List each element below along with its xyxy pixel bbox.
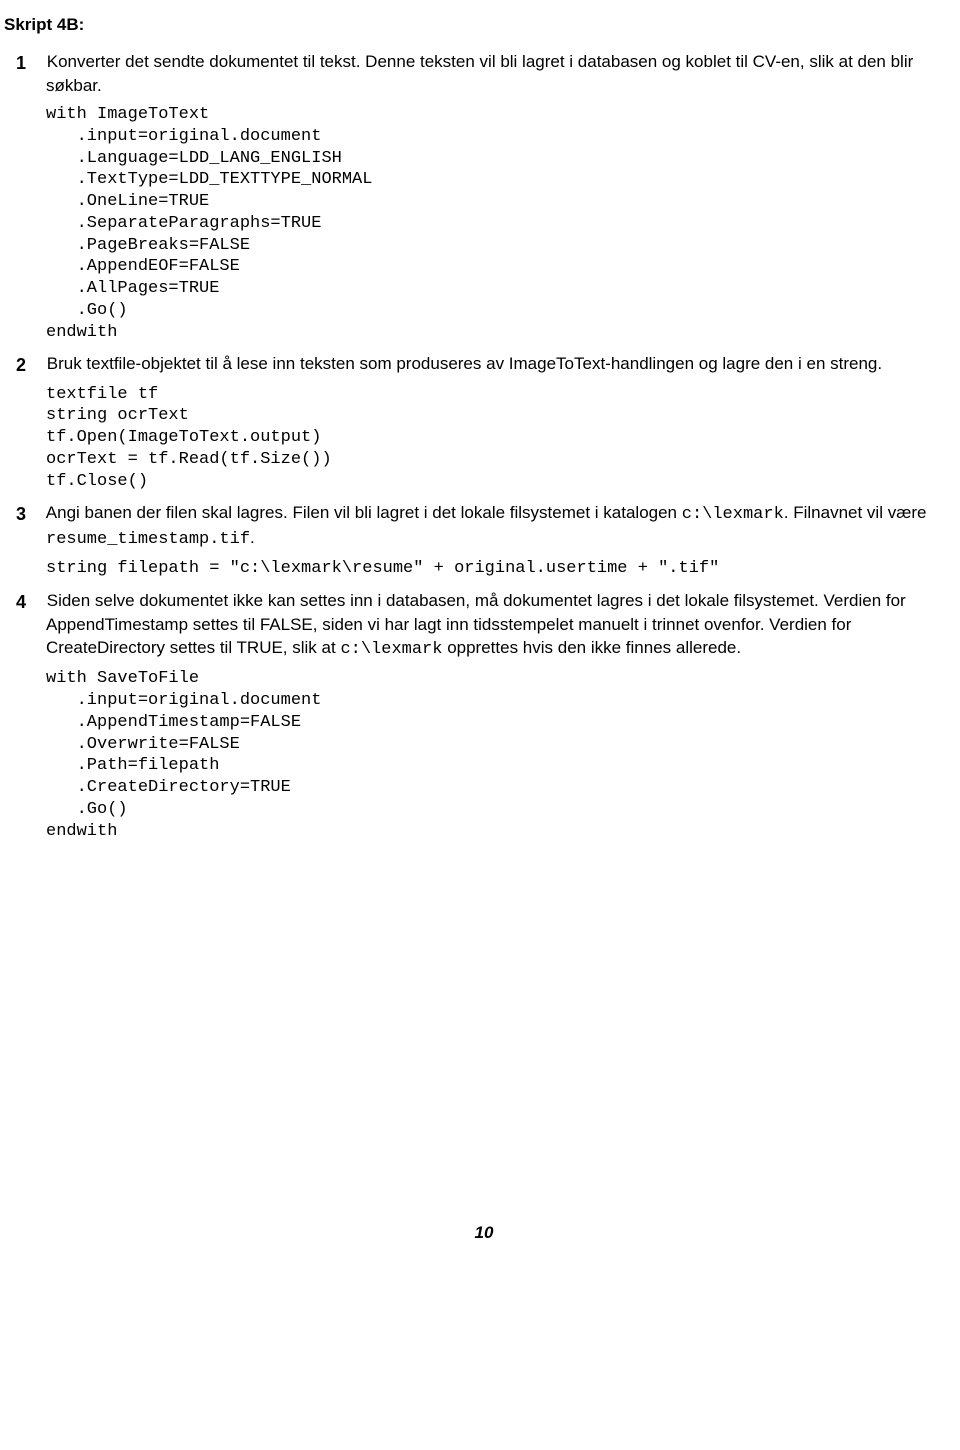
step-number: 2 bbox=[16, 353, 42, 377]
document-page: Skript 4B: 1 Konverter det sendte dokume… bbox=[4, 0, 960, 1245]
step-4: 4 Siden selve dokumentet ikke kan settes… bbox=[46, 590, 960, 662]
page-number: 10 bbox=[4, 1222, 960, 1245]
inline-code: c:\lexmark bbox=[340, 640, 442, 659]
code-block-1: with ImageToText .input=original.documen… bbox=[46, 104, 960, 343]
step-2: 2 Bruk textfile-objektet til å lese inn … bbox=[46, 353, 960, 377]
step-number: 3 bbox=[16, 502, 42, 526]
step-number: 1 bbox=[16, 51, 42, 75]
text-part: opprettes hvis den ikke finnes allerede. bbox=[442, 638, 741, 657]
step-text: Angi banen der filen skal lagres. Filen … bbox=[46, 503, 927, 547]
text-part: . bbox=[250, 528, 255, 547]
step-number: 4 bbox=[16, 590, 42, 614]
step-3: 3 Angi banen der filen skal lagres. File… bbox=[46, 502, 960, 552]
code-block-4: with SaveToFile .input=original.document… bbox=[46, 668, 960, 842]
step-1: 1 Konverter det sendte dokumentet til te… bbox=[46, 51, 960, 98]
step-text: Bruk textfile-objektet til å lese inn te… bbox=[47, 354, 882, 373]
code-block-3: string filepath = "c:\lexmark\resume" + … bbox=[46, 558, 960, 580]
step-text: Siden selve dokumentet ikke kan settes i… bbox=[46, 591, 906, 657]
step-text: Konverter det sendte dokumentet til teks… bbox=[46, 52, 913, 95]
code-block-2: textfile tf string ocrText tf.Open(Image… bbox=[46, 384, 960, 493]
script-title: Skript 4B: bbox=[4, 14, 960, 37]
text-part: Angi banen der filen skal lagres. Filen … bbox=[46, 503, 682, 522]
inline-code: c:\lexmark bbox=[682, 505, 784, 524]
inline-code: resume_timestamp.tif bbox=[46, 530, 250, 549]
text-part: . Filnavnet vil være bbox=[784, 503, 927, 522]
